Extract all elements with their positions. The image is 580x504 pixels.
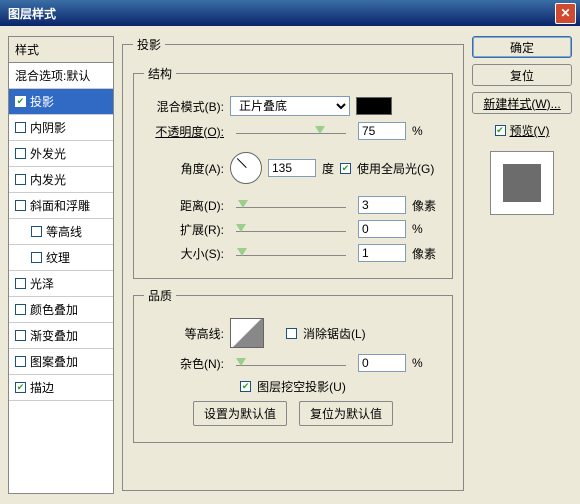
blend-options[interactable]: 混合选项:默认 bbox=[9, 63, 113, 89]
style-checkbox[interactable] bbox=[31, 252, 42, 263]
effect-title: 投影 bbox=[133, 36, 165, 53]
style-label: 外发光 bbox=[30, 145, 66, 162]
set-default-button[interactable]: 设置为默认值 bbox=[193, 401, 287, 426]
size-label: 大小(S): bbox=[144, 245, 224, 262]
style-checkbox[interactable] bbox=[15, 148, 26, 159]
style-checkbox[interactable] bbox=[15, 278, 26, 289]
style-label: 描边 bbox=[30, 379, 54, 396]
noise-unit: % bbox=[412, 356, 442, 370]
style-label: 投影 bbox=[30, 93, 54, 110]
style-item-7[interactable]: 光泽 bbox=[9, 271, 113, 297]
size-slider[interactable] bbox=[236, 245, 346, 261]
angle-unit: 度 bbox=[322, 160, 334, 177]
opacity-label: 不透明度(O): bbox=[155, 125, 224, 139]
style-item-1[interactable]: 内阴影 bbox=[9, 115, 113, 141]
antialias-label: 消除锯齿(L) bbox=[303, 325, 366, 342]
distance-slider[interactable] bbox=[236, 197, 346, 213]
reset-default-button[interactable]: 复位为默认值 bbox=[299, 401, 393, 426]
spread-unit: % bbox=[412, 222, 442, 236]
noise-input[interactable] bbox=[358, 354, 406, 372]
window-title: 图层样式 bbox=[8, 5, 555, 22]
style-item-9[interactable]: 渐变叠加 bbox=[9, 323, 113, 349]
styles-list: 样式 混合选项:默认 ✔ 投影内阴影外发光内发光斜面和浮雕等高线纹理光泽颜色叠加渐… bbox=[8, 36, 114, 494]
quality-group: 品质 等高线: 消除锯齿(L) 杂色(N): % ✔ 图层挖空投影(U) bbox=[133, 287, 453, 443]
style-item-3[interactable]: 内发光 bbox=[9, 167, 113, 193]
preview-checkbox[interactable]: ✔ bbox=[495, 125, 506, 136]
style-item-4[interactable]: 斜面和浮雕 bbox=[9, 193, 113, 219]
angle-dial[interactable] bbox=[230, 152, 262, 184]
dialog-content: 样式 混合选项:默认 ✔ 投影内阴影外发光内发光斜面和浮雕等高线纹理光泽颜色叠加渐… bbox=[0, 26, 580, 504]
style-item-0[interactable]: ✔ 投影 bbox=[9, 89, 113, 115]
size-unit: 像素 bbox=[412, 245, 442, 262]
new-style-button[interactable]: 新建样式(W)... bbox=[472, 92, 572, 114]
opacity-input[interactable] bbox=[358, 122, 406, 140]
quality-title: 品质 bbox=[144, 287, 176, 304]
blendmode-label: 混合模式(B): bbox=[144, 98, 224, 115]
style-checkbox[interactable] bbox=[15, 330, 26, 341]
opacity-unit: % bbox=[412, 124, 442, 138]
style-label: 光泽 bbox=[30, 275, 54, 292]
spread-slider[interactable] bbox=[236, 221, 346, 237]
settings-panel: 投影 结构 混合模式(B): 正片叠底 不透明度(O): % 角度(A): bbox=[122, 36, 464, 494]
distance-input[interactable] bbox=[358, 196, 406, 214]
style-item-5[interactable]: 等高线 bbox=[9, 219, 113, 245]
style-label: 内发光 bbox=[30, 171, 66, 188]
style-checkbox[interactable]: ✔ bbox=[15, 96, 26, 107]
preview-box bbox=[490, 151, 554, 215]
style-checkbox[interactable] bbox=[15, 122, 26, 133]
cancel-button[interactable]: 复位 bbox=[472, 64, 572, 86]
action-column: 确定 复位 新建样式(W)... ✔ 预览(V) bbox=[472, 36, 572, 494]
global-light-label: 使用全局光(G) bbox=[357, 160, 434, 177]
style-item-10[interactable]: 图案叠加 bbox=[9, 349, 113, 375]
styles-header: 样式 bbox=[9, 37, 113, 63]
style-checkbox[interactable]: ✔ bbox=[15, 382, 26, 393]
distance-unit: 像素 bbox=[412, 197, 442, 214]
knockout-label: 图层挖空投影(U) bbox=[257, 378, 346, 395]
spread-label: 扩展(R): bbox=[144, 221, 224, 238]
style-item-2[interactable]: 外发光 bbox=[9, 141, 113, 167]
angle-label: 角度(A): bbox=[144, 160, 224, 177]
style-checkbox[interactable] bbox=[15, 356, 26, 367]
ok-button[interactable]: 确定 bbox=[472, 36, 572, 58]
style-item-8[interactable]: 颜色叠加 bbox=[9, 297, 113, 323]
style-checkbox[interactable] bbox=[15, 200, 26, 211]
titlebar: 图层样式 ✕ bbox=[0, 0, 580, 26]
antialias-checkbox[interactable] bbox=[286, 328, 297, 339]
style-item-6[interactable]: 纹理 bbox=[9, 245, 113, 271]
style-label: 斜面和浮雕 bbox=[30, 197, 90, 214]
style-checkbox[interactable] bbox=[15, 304, 26, 315]
style-label: 内阴影 bbox=[30, 119, 66, 136]
style-checkbox[interactable] bbox=[15, 174, 26, 185]
noise-label: 杂色(N): bbox=[144, 355, 224, 372]
preview-label: 预览(V) bbox=[510, 122, 550, 139]
blendmode-select[interactable]: 正片叠底 bbox=[230, 96, 350, 116]
preview-swatch bbox=[503, 164, 541, 202]
style-label: 渐变叠加 bbox=[30, 327, 78, 344]
close-icon[interactable]: ✕ bbox=[555, 3, 576, 24]
color-swatch[interactable] bbox=[356, 97, 392, 115]
style-item-11[interactable]: ✔ 描边 bbox=[9, 375, 113, 401]
contour-label: 等高线: bbox=[144, 325, 224, 342]
style-label: 图案叠加 bbox=[30, 353, 78, 370]
style-checkbox[interactable] bbox=[31, 226, 42, 237]
structure-group: 结构 混合模式(B): 正片叠底 不透明度(O): % 角度(A): 度 bbox=[133, 65, 453, 279]
spread-input[interactable] bbox=[358, 220, 406, 238]
effect-group: 投影 结构 混合模式(B): 正片叠底 不透明度(O): % 角度(A): bbox=[122, 36, 464, 491]
contour-picker[interactable] bbox=[230, 318, 264, 348]
size-input[interactable] bbox=[358, 244, 406, 262]
knockout-checkbox[interactable]: ✔ bbox=[240, 381, 251, 392]
distance-label: 距离(D): bbox=[144, 197, 224, 214]
style-label: 颜色叠加 bbox=[30, 301, 78, 318]
structure-title: 结构 bbox=[144, 65, 176, 82]
noise-slider[interactable] bbox=[236, 355, 346, 371]
style-label: 纹理 bbox=[46, 249, 70, 266]
angle-input[interactable] bbox=[268, 159, 316, 177]
opacity-slider[interactable] bbox=[236, 123, 346, 139]
style-label: 等高线 bbox=[46, 223, 82, 240]
global-light-checkbox[interactable]: ✔ bbox=[340, 163, 351, 174]
